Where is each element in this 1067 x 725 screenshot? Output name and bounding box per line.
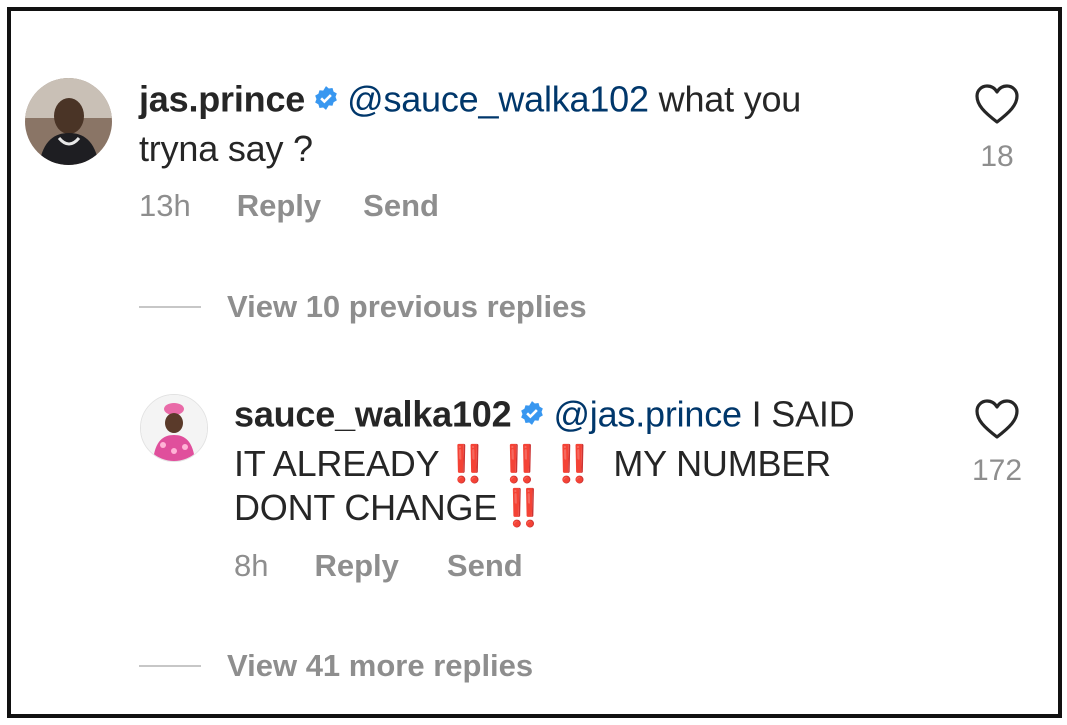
comment-body: jas.prince @sauce_walka102 what you tryna…: [139, 77, 899, 171]
divider-line: [139, 306, 201, 308]
view-previous-label: View 10 previous replies: [227, 289, 587, 324]
comment-username[interactable]: jas.prince: [139, 79, 305, 120]
avatar-sauce-walka102[interactable]: [140, 394, 208, 462]
verified-badge-icon: [519, 392, 545, 436]
like-count: 172: [971, 454, 1023, 487]
send-button[interactable]: Send: [363, 188, 439, 224]
avatar-jas-prince[interactable]: [25, 78, 112, 165]
comments-panel: jas.prince @sauce_walka102 what you tryna…: [7, 7, 1062, 718]
send-button[interactable]: Send: [447, 548, 523, 584]
like-count: 18: [980, 140, 1014, 173]
view-more-replies-button[interactable]: View 41 more replies: [139, 648, 533, 684]
comment-mention[interactable]: @jas.prince: [553, 394, 742, 435]
comment-username[interactable]: sauce_walka102: [234, 394, 512, 435]
comment-body: sauce_walka102 @jas.prince I SAID IT ALRE…: [234, 392, 934, 530]
heart-outline-icon: [975, 84, 1019, 124]
avatar-image: [141, 395, 207, 461]
comment-text-line1: I SAID: [741, 393, 855, 435]
verified-badge-icon: [313, 77, 339, 121]
heart-outline-icon: [975, 399, 1019, 439]
comment-meta: 8h Reply Send: [234, 548, 523, 584]
comment-meta: 13h Reply Send: [139, 188, 439, 224]
reply-button[interactable]: Reply: [237, 188, 321, 224]
like-button[interactable]: [974, 398, 1020, 440]
double-exclamation-emoji: ‼️: [498, 443, 543, 484]
view-previous-replies-button[interactable]: View 10 previous replies: [139, 289, 587, 325]
reply-button[interactable]: Reply: [314, 548, 398, 584]
comment-time: 8h: [234, 548, 269, 583]
avatar-image: [25, 78, 112, 165]
double-exclamation-emoji: ‼️: [550, 443, 596, 484]
comment-text-line2-end: MY NUMBER: [603, 443, 831, 484]
comment-text-line3: DONT CHANGE: [234, 487, 498, 528]
comment-text-line2: tryna say ?: [139, 128, 313, 169]
comment-text-line1: what you: [648, 78, 802, 120]
comment-time: 13h: [139, 188, 191, 223]
double-exclamation-emoji: ‼️: [501, 487, 546, 528]
comment-mention[interactable]: @sauce_walka102: [347, 79, 649, 120]
view-more-label: View 41 more replies: [227, 648, 534, 683]
like-button[interactable]: [974, 83, 1020, 125]
divider-line: [139, 665, 201, 667]
double-exclamation-emoji: ‼️: [445, 443, 490, 484]
comment-text-line2: IT ALREADY: [234, 443, 440, 484]
